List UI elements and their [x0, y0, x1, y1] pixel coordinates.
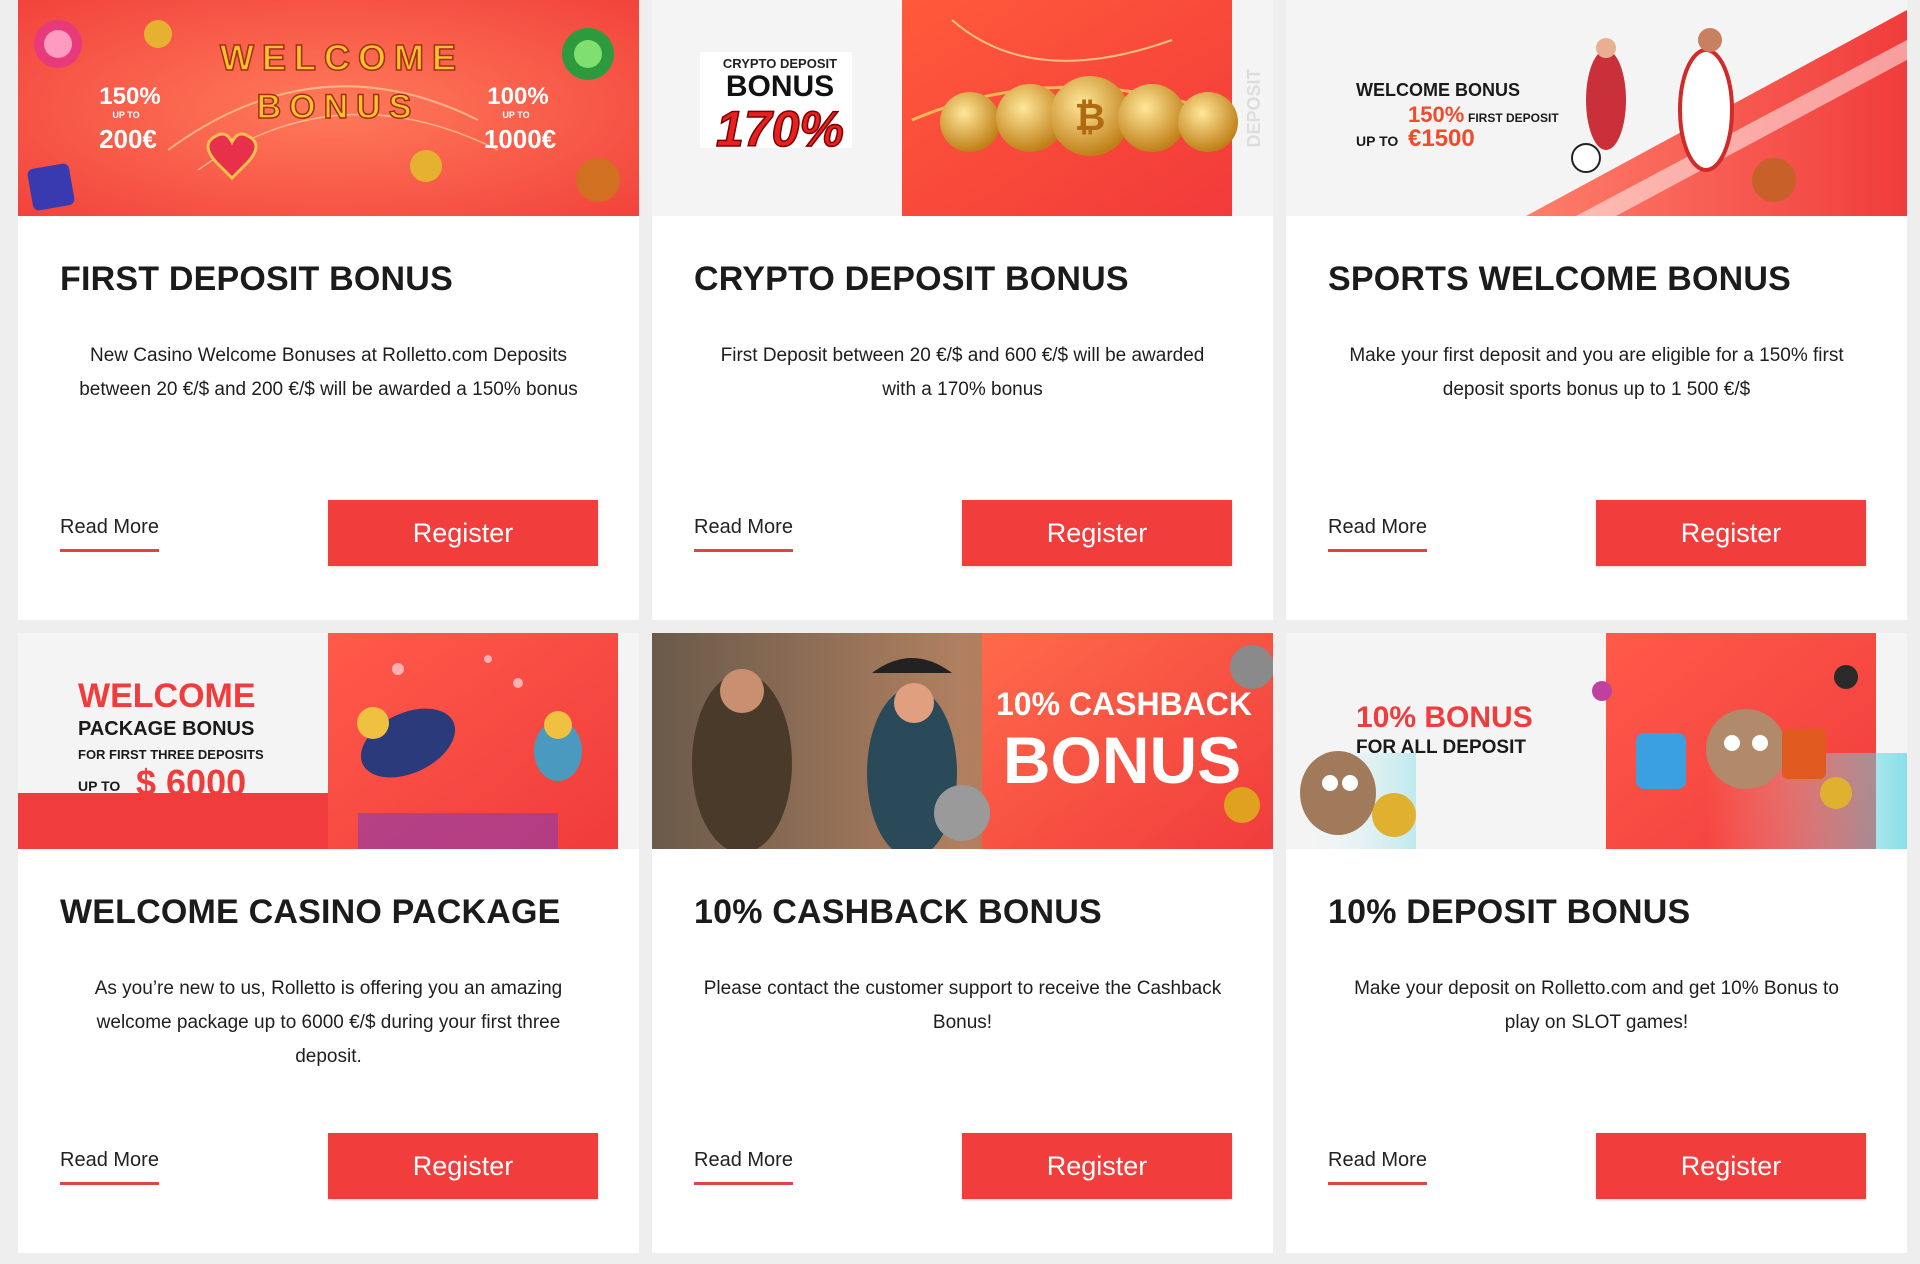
- banner-line2: BONUS: [726, 70, 834, 103]
- bonus-card-deposit-10: 10% BONUS FOR ALL DEPOSIT 10% DEPOSIT BO…: [1286, 633, 1907, 1253]
- bonus-card-first-deposit: WELCOME BONUS 150% UP TO 200€ 100% UP TO…: [18, 0, 639, 620]
- banner-left-amount: 200€: [99, 124, 157, 154]
- card-title: 10% DEPOSIT BONUS: [1328, 893, 1691, 931]
- card-title: 10% CASHBACK BONUS: [694, 893, 1102, 931]
- card-description: New Casino Welcome Bonuses at Rolletto.c…: [79, 345, 578, 400]
- banner-pct: 170%: [716, 101, 844, 157]
- read-more-link[interactable]: Read More: [1328, 1149, 1427, 1185]
- banner-cashback-bonus: 10% CASHBACK BONUS: [652, 633, 1273, 849]
- banner-crypto-bonus: ₿ CRYPTO DEPOSIT BONUS 170% DEPOSIT: [652, 0, 1273, 216]
- card-title: FIRST DEPOSIT BONUS: [60, 260, 453, 298]
- banner-line1: WELCOME: [78, 677, 256, 715]
- banner-left-upto: UP TO: [112, 110, 139, 120]
- card-description: Please contact the customer support to r…: [703, 978, 1222, 1033]
- banner-line3: FOR FIRST THREE DEPOSITS: [78, 747, 264, 762]
- banner-amount: $ 6000: [136, 762, 246, 803]
- bonus-card-welcome-package: WELCOME PACKAGE BONUS FOR FIRST THREE DE…: [18, 633, 639, 1253]
- banner-upto: UP TO: [1356, 133, 1398, 149]
- banner-line1: 10% CASHBACK: [996, 686, 1252, 722]
- banner-line1: WELCOME: [220, 37, 464, 78]
- banner-line1: CRYPTO DEPOSIT: [723, 56, 837, 71]
- card-description: Make your deposit on Rolletto.com and ge…: [1354, 978, 1839, 1033]
- card-description: First Deposit between 20 €/$ and 600 €/$…: [720, 345, 1205, 400]
- banner-right-pct: 100%: [487, 83, 548, 110]
- read-more-link[interactable]: Read More: [694, 1149, 793, 1185]
- banner-line2: PACKAGE BONUS: [78, 718, 254, 740]
- bonus-grid: WELCOME BONUS 150% UP TO 200€ 100% UP TO…: [18, 0, 1907, 1264]
- banner-right-amount: 1000€: [484, 124, 556, 154]
- banner-welcome-bonus: WELCOME BONUS 150% UP TO 200€ 100% UP TO…: [18, 0, 639, 216]
- banner-10-bonus: 10% BONUS FOR ALL DEPOSIT: [1286, 633, 1907, 849]
- register-button[interactable]: Register: [328, 500, 598, 566]
- register-button[interactable]: Register: [328, 1133, 598, 1199]
- read-more-link[interactable]: Read More: [1328, 516, 1427, 552]
- card-title: SPORTS WELCOME BONUS: [1328, 260, 1792, 298]
- banner-line1: 10% BONUS: [1356, 701, 1533, 734]
- read-more-link[interactable]: Read More: [60, 1149, 159, 1185]
- banner-left-pct: 150%: [99, 83, 160, 110]
- card-title: WELCOME CASINO PACKAGE: [60, 893, 561, 931]
- banner-pct: 150%: [1408, 102, 1464, 127]
- bonus-card-cashback: 10% CASHBACK BONUS 10% CASHBACK BONUS Pl…: [652, 633, 1273, 1253]
- card-title: CRYPTO DEPOSIT BONUS: [694, 260, 1129, 298]
- banner-welcome-package: WELCOME PACKAGE BONUS FOR FIRST THREE DE…: [18, 633, 639, 849]
- bonus-card-crypto-deposit: ₿ CRYPTO DEPOSIT BONUS 170% DEPOSIT CRYP…: [652, 0, 1273, 620]
- banner-right-upto: UP TO: [502, 110, 529, 120]
- banner-upto: UP TO: [78, 778, 120, 794]
- card-description: As you’re new to us, Rolletto is offerin…: [94, 978, 563, 1067]
- banner-line1: WELCOME BONUS: [1356, 80, 1520, 100]
- read-more-link[interactable]: Read More: [60, 516, 159, 552]
- banner-side-text: DEPOSIT: [1244, 68, 1264, 147]
- bonus-card-sports-welcome: WELCOME BONUS 150% FIRST DEPOSIT UP TO €…: [1286, 0, 1907, 620]
- register-button[interactable]: Register: [1596, 1133, 1866, 1199]
- banner-amount: €1500: [1408, 125, 1475, 152]
- banner-line2: BONUS: [1003, 723, 1241, 797]
- read-more-link[interactable]: Read More: [694, 516, 793, 552]
- card-description: Make your first deposit and you are elig…: [1349, 345, 1844, 400]
- banner-first-deposit: FIRST DEPOSIT: [1468, 111, 1559, 125]
- svg-text:₿: ₿: [1075, 97, 1106, 139]
- banner-sports-bonus: WELCOME BONUS 150% FIRST DEPOSIT UP TO €…: [1286, 0, 1907, 216]
- banner-line2: BONUS: [257, 88, 420, 126]
- register-button[interactable]: Register: [962, 1133, 1232, 1199]
- banner-line2: FOR ALL DEPOSIT: [1356, 737, 1526, 758]
- register-button[interactable]: Register: [962, 500, 1232, 566]
- register-button[interactable]: Register: [1596, 500, 1866, 566]
